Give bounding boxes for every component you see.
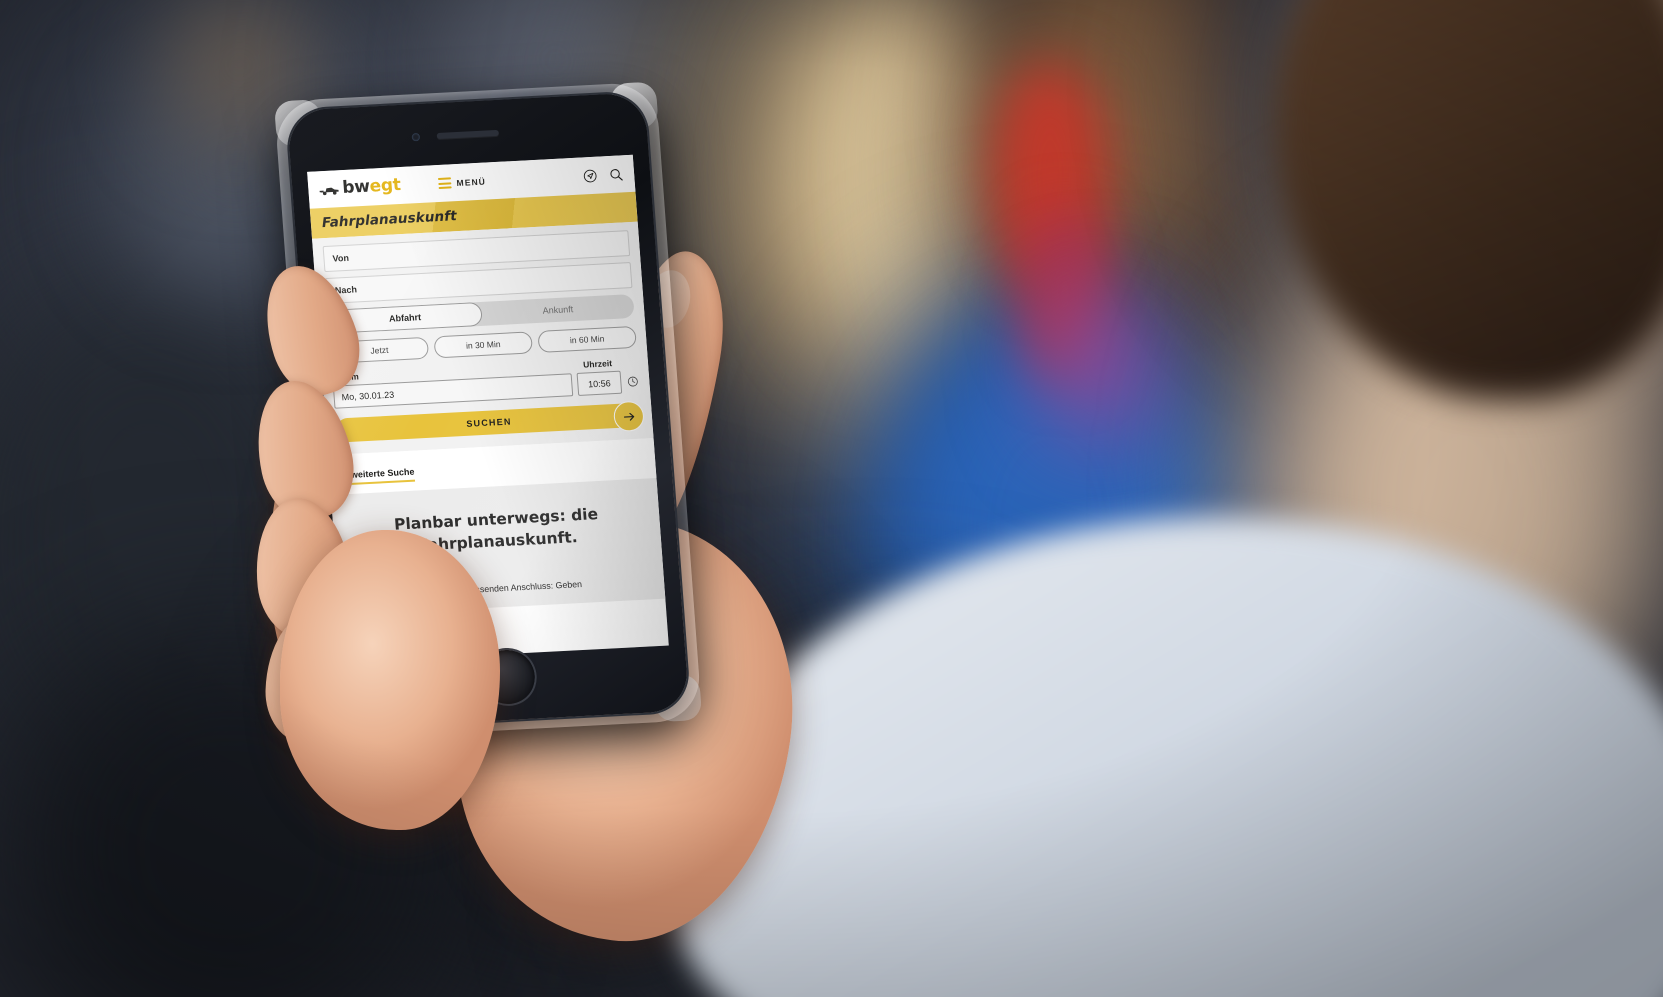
quick-time-30min[interactable]: in 30 Min (433, 331, 534, 359)
time-value: 10:56 (587, 377, 612, 389)
promo-heading-line2: Fahrplanauskunft. (417, 528, 579, 555)
promo-heading: Planbar unterwegs: die Fahrplanauskunft. (350, 501, 643, 560)
logo-primary-text: bw (341, 176, 371, 199)
to-placeholder: Nach (334, 284, 358, 296)
bwegt-logo[interactable]: bwegt (319, 175, 402, 199)
date-label: Datum (331, 371, 360, 383)
search-button[interactable]: SUCHEN (335, 402, 643, 443)
quick-time-60min[interactable]: in 60 Min (537, 325, 637, 353)
location-arrow-icon[interactable] (583, 168, 598, 183)
tab-abfahrt[interactable]: Abfahrt (327, 301, 483, 334)
promo-body: Hier finden Sie immer Ihren passenden An… (355, 578, 583, 601)
earpiece-speaker (436, 129, 499, 140)
submit-row: SUCHEN (335, 400, 645, 443)
menu-label: MENÜ (456, 176, 487, 188)
photo-scene: bwegt MENÜ Fahrplanauskunft Von Nach Abf… (0, 0, 1663, 997)
phone-body: bwegt MENÜ Fahrplanauskunft Von Nach Abf… (286, 92, 690, 730)
date-value: Mo, 30.01.23 (341, 389, 395, 402)
smartphone: bwegt MENÜ Fahrplanauskunft Von Nach Abf… (267, 74, 734, 744)
search-button-label: SUCHEN (466, 416, 512, 429)
advanced-search-link[interactable]: Erweiterte Suche (341, 466, 416, 486)
search-icon[interactable] (609, 167, 624, 182)
phone-screen[interactable]: bwegt MENÜ Fahrplanauskunft Von Nach Abf… (307, 154, 669, 663)
menu-button[interactable]: MENÜ (438, 176, 486, 189)
quick-time-buttons: Jetzt in 30 Min in 60 Min (329, 325, 637, 364)
time-input[interactable]: 10:56 (576, 370, 623, 396)
home-button[interactable] (478, 648, 537, 706)
clock-icon[interactable] (626, 376, 640, 388)
train-icon (319, 187, 339, 195)
page-title: Fahrplanauskunft (321, 208, 458, 232)
logo-accent-text: egt (368, 175, 402, 197)
time-label: Uhrzeit (582, 358, 613, 370)
front-camera (411, 132, 421, 142)
hamburger-icon (438, 177, 452, 189)
quick-time-jetzt[interactable]: Jetzt (329, 336, 430, 364)
journey-search-form: Von Nach Abfahrt Ankunft Jetzt in 30 Min… (312, 221, 654, 456)
from-placeholder: Von (332, 252, 350, 264)
tab-ankunft[interactable]: Ankunft (481, 294, 635, 326)
promo-section: Planbar unterwegs: die Fahrplanauskunft.… (330, 477, 666, 616)
